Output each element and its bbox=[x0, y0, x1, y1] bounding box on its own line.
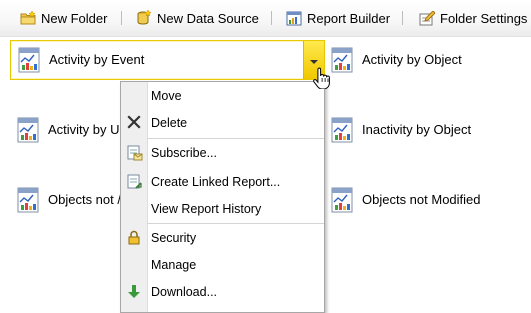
menu-item-label: View Report History bbox=[151, 202, 262, 216]
report-tile-objects-not-modified[interactable]: Objects not Modified bbox=[324, 181, 524, 219]
menu-separator bbox=[147, 223, 324, 224]
menu-item-label: Download... bbox=[151, 285, 218, 299]
menu-item-create-linked-report[interactable]: Create Linked Report... bbox=[121, 169, 324, 195]
report-tile-activity-by-event[interactable]: Activity by Event bbox=[10, 40, 325, 80]
menu-item-label: Move bbox=[151, 89, 182, 103]
toolbar-separator bbox=[271, 11, 272, 25]
report-title: Objects not Modified bbox=[362, 192, 481, 207]
subscribe-icon bbox=[127, 145, 143, 164]
report-icon bbox=[329, 187, 355, 216]
report-icon bbox=[15, 117, 41, 146]
report-title: Activity by Event bbox=[49, 52, 145, 67]
report-tile-activity-by-object[interactable]: Activity by Object bbox=[324, 41, 524, 79]
chevron-down-icon bbox=[310, 60, 318, 64]
report-title: Objects not / bbox=[48, 192, 121, 207]
menu-item-move[interactable]: Move bbox=[121, 83, 324, 109]
menu-item-delete[interactable]: Delete bbox=[121, 110, 324, 136]
report-icon bbox=[16, 47, 42, 76]
report-context-menu: Move Delete Subscribe... Create Linked R… bbox=[120, 81, 325, 313]
report-title: Inactivity by Object bbox=[362, 122, 472, 137]
toolbar: New Folder New Data Source Report Builde… bbox=[0, 0, 531, 37]
hand-cursor-icon bbox=[313, 67, 333, 92]
report-builder-button[interactable]: Report Builder bbox=[286, 9, 390, 27]
report-builder-label: Report Builder bbox=[307, 10, 391, 26]
folder-settings-button[interactable]: Folder Settings bbox=[419, 9, 527, 27]
lock-icon bbox=[127, 230, 141, 248]
download-arrow-icon bbox=[127, 284, 141, 302]
new-data-source-button[interactable]: New Data Source bbox=[137, 9, 259, 27]
menu-separator bbox=[147, 138, 324, 139]
menu-item-label: Subscribe... bbox=[151, 146, 218, 160]
menu-item-label: Security bbox=[151, 231, 197, 245]
report-tile-inactivity-by-object[interactable]: Inactivity by Object bbox=[324, 111, 524, 149]
data-source-icon bbox=[137, 10, 152, 26]
report-title: Activity by U bbox=[48, 122, 120, 137]
folder-settings-label: Folder Settings bbox=[440, 10, 528, 26]
new-data-source-label: New Data Source bbox=[157, 10, 259, 26]
folder-settings-icon bbox=[419, 10, 435, 26]
report-title: Activity by Object bbox=[362, 52, 462, 67]
report-tile-activity-by-user[interactable]: Activity by U bbox=[10, 111, 130, 149]
menu-item-manage[interactable]: Manage bbox=[121, 252, 324, 278]
toolbar-separator bbox=[121, 11, 122, 25]
menu-item-download[interactable]: Download... bbox=[121, 279, 324, 305]
menu-item-view-report-history[interactable]: View Report History bbox=[121, 196, 324, 222]
menu-item-subscribe[interactable]: Subscribe... bbox=[121, 140, 324, 166]
folder-new-icon bbox=[20, 11, 36, 25]
linked-report-icon bbox=[127, 174, 143, 193]
report-builder-icon bbox=[286, 11, 302, 26]
new-folder-label: New Folder bbox=[41, 10, 108, 26]
toolbar-separator bbox=[402, 11, 403, 25]
menu-item-label: Create Linked Report... bbox=[151, 175, 281, 189]
report-tile-objects-not-accessed[interactable]: Objects not / bbox=[10, 181, 130, 219]
menu-item-security[interactable]: Security bbox=[121, 225, 324, 251]
new-folder-button[interactable]: New Folder bbox=[20, 9, 107, 27]
menu-item-label: Delete bbox=[151, 116, 188, 130]
menu-item-label: Manage bbox=[151, 258, 197, 272]
delete-x-icon bbox=[127, 115, 141, 132]
report-icon bbox=[329, 117, 355, 146]
report-icon bbox=[15, 187, 41, 216]
